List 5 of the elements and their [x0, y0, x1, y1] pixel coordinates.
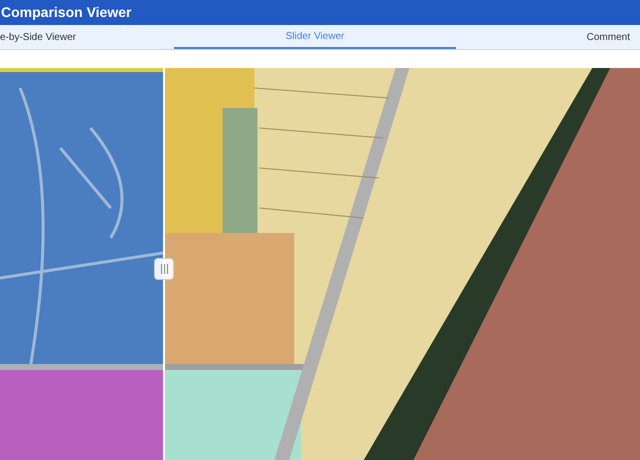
tab[interactable]: e-by-Side Viewer [0, 25, 174, 49]
tab[interactable]: Slider Viewer [174, 25, 456, 49]
slider-handle[interactable] [154, 258, 174, 280]
viewer-title: Comparison Viewer [0, 3, 132, 22]
tab[interactable]: Comment [456, 25, 640, 49]
